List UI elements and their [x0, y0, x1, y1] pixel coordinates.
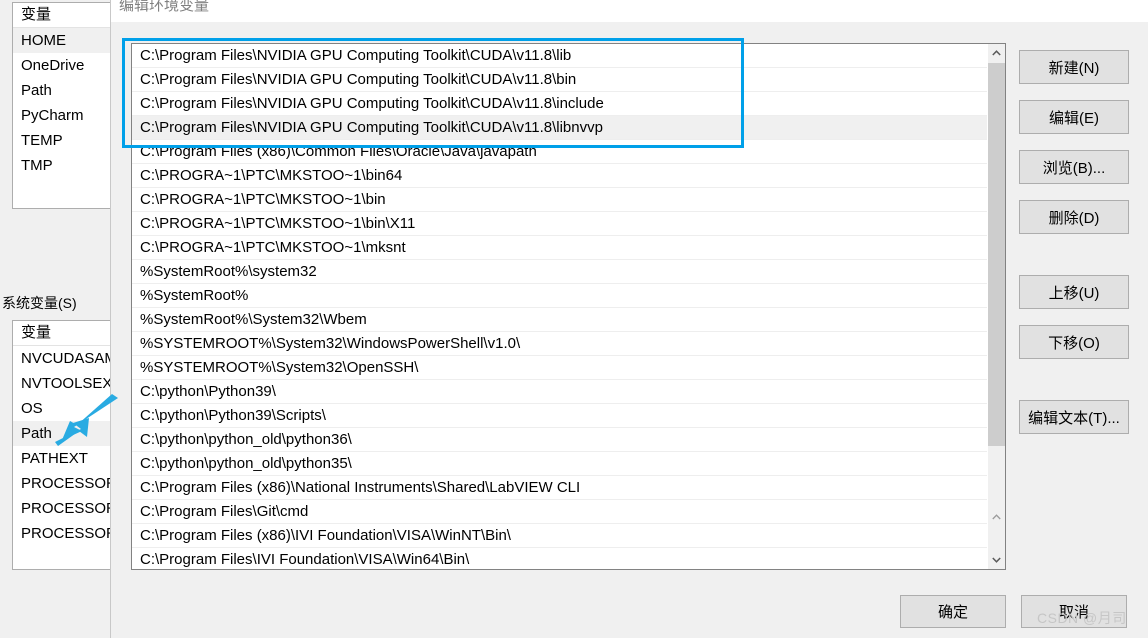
path-row[interactable]: C:\Program Files (x86)\Common Files\Orac…: [132, 140, 987, 164]
path-row[interactable]: C:\Program Files\Git\cmd: [132, 500, 987, 524]
close-icon[interactable]: [1102, 0, 1148, 8]
path-row[interactable]: C:\python\Python39\Scripts\: [132, 404, 987, 428]
watermark-text: CSDN @月司: [1037, 610, 1127, 626]
chevron-up-icon[interactable]: [988, 44, 1005, 62]
list-item[interactable]: NVCUDASAM: [13, 346, 119, 371]
path-row[interactable]: C:\Program Files\NVIDIA GPU Computing To…: [132, 68, 987, 92]
ok-button[interactable]: 确定: [900, 595, 1006, 628]
list-item[interactable]: Path: [13, 78, 119, 103]
screenshot-root: 变量 HOME OneDrive Path PyCharm TEMP TMP 系…: [0, 0, 1148, 638]
path-row[interactable]: %SystemRoot%: [132, 284, 987, 308]
path-row[interactable]: C:\PROGRA~1\PTC\MKSTOO~1\bin: [132, 188, 987, 212]
list-item[interactable]: PROCESSOR: [13, 496, 119, 521]
path-row[interactable]: C:\PROGRA~1\PTC\MKSTOO~1\bin64: [132, 164, 987, 188]
system-variables-list[interactable]: 变量 NVCUDASAM NVTOOLSEX OS Path PATHEXT P…: [12, 320, 120, 570]
list-item[interactable]: PyCharm: [13, 103, 119, 128]
list-item[interactable]: PROCESSOR: [13, 471, 119, 496]
vertical-scrollbar[interactable]: [987, 44, 1005, 569]
list-item[interactable]: TEMP: [13, 128, 119, 153]
list-item-path[interactable]: Path: [13, 421, 119, 446]
path-row[interactable]: C:\Program Files\NVIDIA GPU Computing To…: [132, 92, 987, 116]
system-variables-column-header: 变量: [13, 321, 119, 346]
path-row[interactable]: C:\PROGRA~1\PTC\MKSTOO~1\mksnt: [132, 236, 987, 260]
user-variables-column-header: 变量: [13, 3, 119, 28]
list-item[interactable]: NVTOOLSEX: [13, 371, 119, 396]
move-down-button[interactable]: 下移(O): [1019, 325, 1129, 359]
path-row[interactable]: C:\Program Files\NVIDIA GPU Computing To…: [132, 44, 987, 68]
dialog-title: 编辑环境变量: [119, 0, 210, 14]
path-row[interactable]: C:\Program Files (x86)\IVI Foundation\VI…: [132, 524, 987, 548]
list-item[interactable]: OneDrive: [13, 53, 119, 78]
system-variables-label: 系统变量(S): [2, 295, 77, 311]
user-variables-list[interactable]: 变量 HOME OneDrive Path PyCharm TEMP TMP: [12, 2, 120, 209]
edit-button[interactable]: 编辑(E): [1019, 100, 1129, 134]
path-row[interactable]: C:\python\python_old\python35\: [132, 452, 987, 476]
move-up-button[interactable]: 上移(U): [1019, 275, 1129, 309]
new-button[interactable]: 新建(N): [1019, 50, 1129, 84]
browse-button[interactable]: 浏览(B)...: [1019, 150, 1129, 184]
list-item[interactable]: TMP: [13, 153, 119, 178]
list-item[interactable]: PATHEXT: [13, 446, 119, 471]
path-row[interactable]: %SystemRoot%\System32\Wbem: [132, 308, 987, 332]
chevron-up-icon-mid: [988, 509, 1005, 525]
path-row[interactable]: C:\python\Python39\: [132, 380, 987, 404]
path-row[interactable]: C:\PROGRA~1\PTC\MKSTOO~1\bin\X11: [132, 212, 987, 236]
path-row[interactable]: %SYSTEMROOT%\System32\WindowsPowerShell\…: [132, 332, 987, 356]
path-entries-rows: C:\Program Files\NVIDIA GPU Computing To…: [132, 44, 987, 569]
path-row[interactable]: C:\Program Files (x86)\National Instrume…: [132, 476, 987, 500]
list-item[interactable]: PROCESSOR: [13, 521, 119, 546]
edit-environment-variable-dialog: 编辑环境变量 C:\Program Files\NVIDIA GPU Compu…: [110, 0, 1148, 638]
environment-variables-window: 变量 HOME OneDrive Path PyCharm TEMP TMP 系…: [0, 0, 120, 638]
path-row[interactable]: C:\python\python_old\python36\: [132, 428, 987, 452]
path-entries-listbox[interactable]: C:\Program Files\NVIDIA GPU Computing To…: [131, 43, 1006, 570]
dialog-titlebar: 编辑环境变量: [111, 0, 1148, 22]
path-row[interactable]: C:\Program Files\IVI Foundation\VISA\Win…: [132, 548, 987, 569]
list-item[interactable]: OS: [13, 396, 119, 421]
path-row[interactable]: C:\Program Files\NVIDIA GPU Computing To…: [132, 116, 987, 140]
path-row[interactable]: %SYSTEMROOT%\System32\OpenSSH\: [132, 356, 987, 380]
delete-button[interactable]: 删除(D): [1019, 200, 1129, 234]
list-item[interactable]: HOME: [13, 28, 119, 53]
scrollbar-thumb[interactable]: [988, 63, 1005, 446]
edit-text-button[interactable]: 编辑文本(T)...: [1019, 400, 1129, 434]
path-row[interactable]: %SystemRoot%\system32: [132, 260, 987, 284]
chevron-down-icon[interactable]: [988, 551, 1005, 569]
